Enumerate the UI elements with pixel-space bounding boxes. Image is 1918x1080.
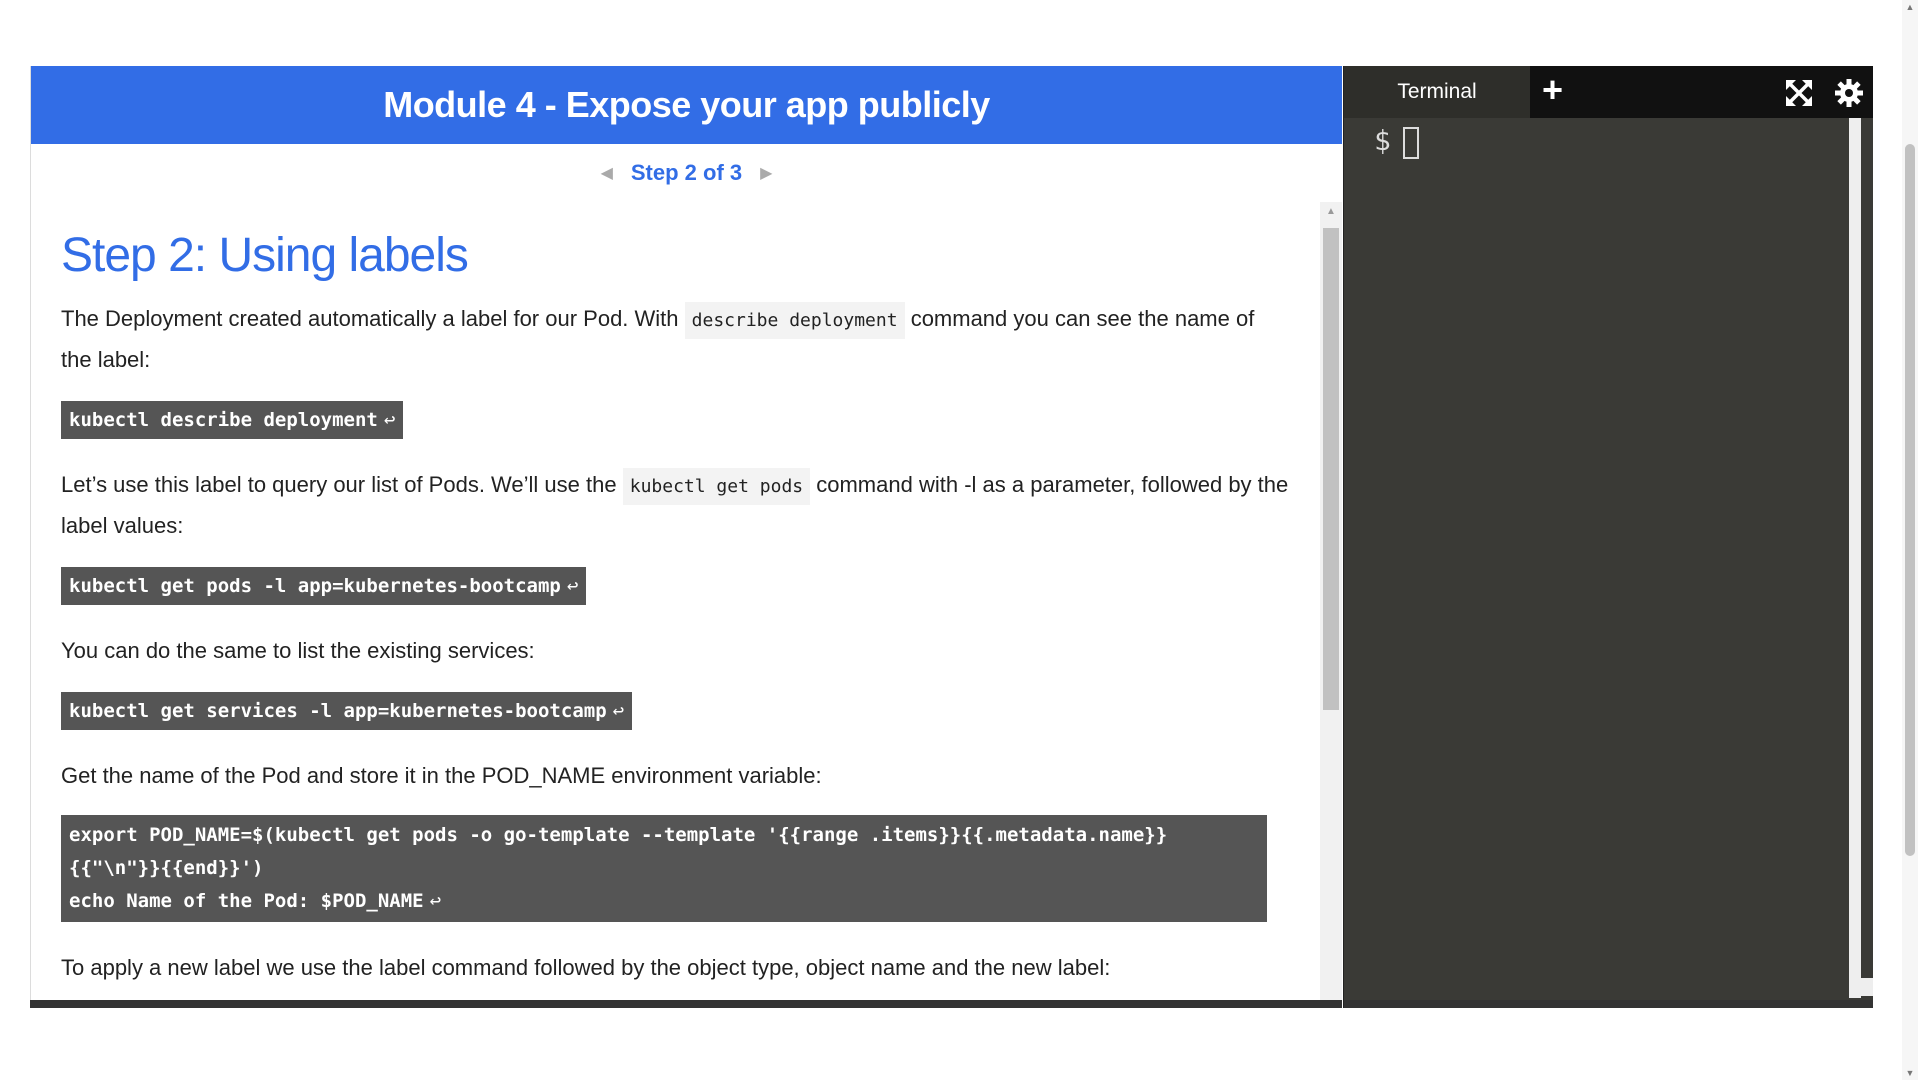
scroll-up-arrow[interactable]: ▲: [1902, 0, 1918, 14]
step-navigation: ◀ Step 2 of 3 ▶: [31, 144, 1342, 202]
terminal-scroll-corner: [1849, 978, 1873, 996]
command-describe-deployment[interactable]: kubectl describe deployment ↩: [61, 401, 404, 439]
next-step-icon[interactable]: ▶: [760, 163, 772, 183]
enter-icon: ↩: [612, 700, 625, 722]
command-text: kubectl get pods -l app=kubernetes-bootc…: [69, 575, 561, 597]
command-text: kubectl get services -l app=kubernetes-b…: [69, 700, 607, 722]
terminal-tab-bar: Terminal +: [1344, 66, 1873, 118]
panel-bottom-bar: [30, 1000, 1342, 1008]
step-indicator: Step 2 of 3: [630, 160, 743, 185]
paragraph-apply-label: To apply a new label we use the label co…: [61, 955, 1111, 980]
tab-terminal[interactable]: Terminal: [1344, 66, 1530, 118]
terminal-output[interactable]: $: [1344, 118, 1873, 159]
command-get-pods-label[interactable]: kubectl get pods -l app=kubernetes-bootc…: [61, 567, 587, 605]
terminal-cursor: [1402, 126, 1419, 159]
paragraph-text: The Deployment created automatically a l…: [61, 306, 679, 331]
content-scroll-thumb[interactable]: [1323, 228, 1339, 710]
enter-icon: ↩: [429, 890, 442, 912]
command-export-pod-name[interactable]: export POD_NAME=$(kubectl get pods -o go…: [61, 815, 1267, 922]
page-scroll-thumb[interactable]: [1905, 144, 1915, 856]
inline-code: kubectl get pods: [622, 468, 811, 505]
terminal-bottom-bar: [1344, 1000, 1873, 1008]
add-terminal-icon[interactable]: +: [1542, 72, 1563, 108]
paragraph-text: Let’s use this label to query our list o…: [61, 472, 617, 497]
previous-step-icon[interactable]: ◀: [601, 163, 613, 183]
terminal-scrollbar[interactable]: [1849, 118, 1861, 998]
fullscreen-icon[interactable]: [1784, 78, 1814, 108]
step-heading: Step 2: Using labels: [61, 229, 469, 282]
enter-icon: ↩: [566, 575, 579, 597]
inline-code: describe deployment: [684, 302, 905, 339]
scroll-up-arrow[interactable]: ▲: [1320, 206, 1342, 217]
terminal-prompt: $: [1374, 124, 1391, 157]
command-text: kubectl describe deployment: [69, 409, 378, 431]
terminal-panel[interactable]: Terminal + $: [1343, 66, 1873, 1008]
paragraph-services: You can do the same to list the existing…: [61, 638, 535, 663]
module-title: Module 4 - Expose your app publicly: [31, 66, 1342, 144]
paragraph-query-pods: Let’s use this label to query our list o…: [61, 465, 1290, 545]
page-scrollbar[interactable]: ▲ ▼: [1902, 0, 1918, 1080]
command-line: export POD_NAME=$(kubectl get pods -o go…: [69, 824, 1168, 846]
paragraph-pod-name: Get the name of the Pod and store it in …: [61, 763, 822, 788]
gear-icon[interactable]: [1834, 78, 1864, 108]
step-content: Step 2: Using labels The Deployment crea…: [31, 202, 1320, 1000]
command-line: echo Name of the Pod: $POD_NAME ↩: [69, 890, 442, 912]
enter-icon: ↩: [383, 409, 396, 431]
content-scrollbar[interactable]: ▲: [1320, 202, 1342, 1000]
command-line: {{"\n"}}{{end}}'): [69, 857, 264, 879]
paragraph-describe: The Deployment created automatically a l…: [61, 299, 1290, 379]
tutorial-panel: Module 4 - Expose your app publicly ◀ St…: [30, 66, 1342, 1000]
scroll-down-arrow[interactable]: ▼: [1902, 1066, 1918, 1080]
command-get-services-label[interactable]: kubectl get services -l app=kubernetes-b…: [61, 692, 633, 730]
tutorial-frame: Module 4 - Expose your app publicly ◀ St…: [30, 66, 1873, 1008]
